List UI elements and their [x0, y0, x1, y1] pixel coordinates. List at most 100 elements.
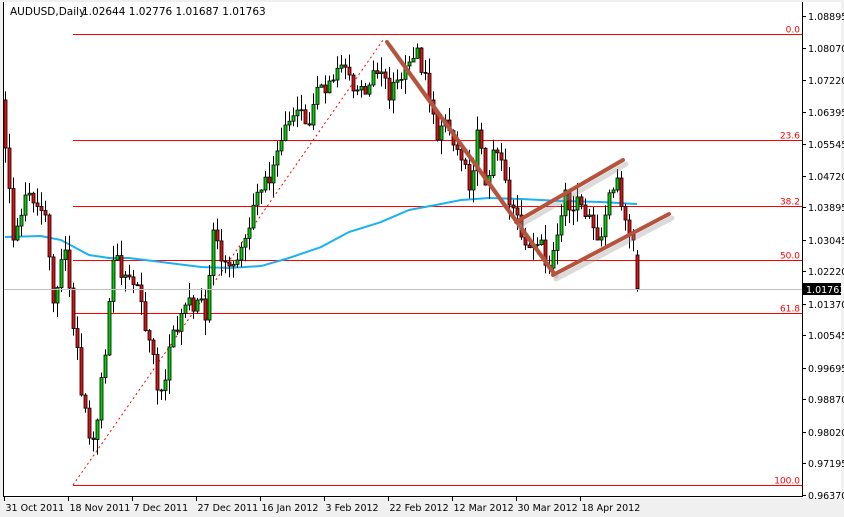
candle-body	[39, 206, 44, 211]
candle-body	[611, 189, 616, 194]
candle-body	[455, 144, 460, 150]
candle-body	[279, 140, 284, 152]
candle-body	[391, 81, 396, 101]
candle-body	[331, 79, 336, 82]
candle-body	[591, 214, 596, 229]
chart-window: 0.0 23.6 38.2 50.0 61.8 100.0 1.08895 1.08070 1…	[0, 0, 844, 517]
fib-level-label: 23.6	[780, 132, 800, 142]
candle-body	[99, 377, 104, 421]
candle-body	[499, 152, 504, 161]
candle-body	[175, 329, 180, 332]
candle-body	[627, 219, 632, 235]
candle-body	[551, 250, 556, 269]
candle-body	[287, 120, 292, 126]
candle-body	[7, 147, 12, 189]
date-tick-label: 16 Jan 2012	[262, 503, 319, 514]
candle-body	[67, 249, 72, 289]
candle-body	[131, 276, 136, 286]
candle-body	[219, 240, 224, 262]
candle-body	[583, 204, 588, 217]
candle-body	[607, 192, 612, 216]
candle-body	[619, 177, 624, 207]
candle-body	[587, 214, 592, 217]
price-tick-label: 1.03895	[808, 203, 844, 214]
candle-body	[91, 437, 96, 440]
date-tick-label: 7 Dec 2011	[134, 503, 189, 514]
candle	[607, 189, 612, 220]
candle-body	[399, 78, 404, 81]
candle-body	[119, 255, 124, 278]
candle-body	[3, 99, 8, 149]
candle-body	[491, 149, 496, 176]
candle-body	[599, 236, 604, 241]
candle-body	[335, 67, 340, 81]
candle-body	[371, 70, 376, 86]
candle-body	[507, 179, 512, 206]
date-tick-label: 18 Apr 2012	[582, 503, 641, 514]
candle-body	[319, 84, 324, 88]
candle-body	[103, 354, 108, 378]
price-tick-label: 1.08895	[808, 12, 844, 23]
chart-header-symbol: AUDUSD,Daily	[10, 6, 85, 18]
candle-body	[47, 214, 52, 258]
candle-body	[467, 164, 472, 191]
price-chart[interactable]: 0.0 23.6 38.2 50.0 61.8 100.0 1.08895 1.08070 1…	[0, 0, 844, 517]
candle-body	[27, 192, 32, 196]
candle-body	[395, 79, 400, 83]
candle-body	[299, 109, 304, 112]
price-tick-label: 0.99695	[808, 364, 844, 375]
candle-body	[35, 202, 40, 207]
candle-body	[231, 263, 236, 267]
price-tick-label: 0.98870	[808, 395, 844, 406]
candle-body	[127, 274, 132, 278]
candle-body	[79, 347, 84, 396]
candle-body	[191, 297, 196, 312]
price-tick-label: 1.07220	[808, 76, 844, 87]
candle-body	[243, 237, 248, 248]
candle-body	[291, 115, 296, 122]
candle-body	[31, 192, 36, 204]
current-price-label: 1.01763	[803, 283, 844, 296]
candle-body	[347, 66, 352, 76]
candle-body	[271, 164, 276, 184]
candle-body	[527, 244, 532, 249]
candle-body	[227, 261, 232, 267]
price-tick-label: 0.98020	[808, 428, 844, 439]
candle-body	[111, 259, 116, 302]
candle-body	[11, 188, 16, 241]
fib-level-label: 61.8	[780, 305, 800, 315]
candle-body	[375, 70, 380, 75]
candle-body	[255, 191, 260, 206]
candle-body	[207, 275, 212, 321]
candle-body	[247, 227, 252, 239]
candle-body	[123, 274, 128, 278]
candle-body	[167, 346, 172, 381]
candle-body	[275, 150, 280, 166]
candle-body	[355, 89, 360, 92]
candle-body	[363, 86, 368, 95]
candle-body	[267, 176, 272, 184]
candle-body	[155, 354, 160, 391]
candle-body	[179, 313, 184, 332]
price-tick-label: 1.00545	[808, 331, 844, 342]
candle-body	[199, 298, 204, 301]
candle-body	[615, 177, 620, 191]
candle	[99, 372, 104, 429]
candle-body	[579, 196, 584, 206]
candle-body	[259, 189, 264, 193]
price-tick-label: 1.04720	[808, 172, 844, 183]
candle-body	[423, 71, 428, 74]
candle-body	[623, 205, 628, 221]
candle-body	[471, 170, 476, 191]
price-tick-label: 0.97195	[808, 459, 844, 470]
candle-body	[495, 149, 500, 154]
candle-body	[407, 61, 412, 67]
candle-body	[223, 260, 228, 263]
candle-body	[439, 125, 444, 141]
price-tick-label: 1.08070	[808, 44, 844, 55]
candle-body	[187, 297, 192, 306]
candle-body	[603, 214, 608, 238]
candle-body	[435, 113, 440, 141]
candle	[71, 282, 76, 336]
candle-body	[383, 71, 388, 79]
